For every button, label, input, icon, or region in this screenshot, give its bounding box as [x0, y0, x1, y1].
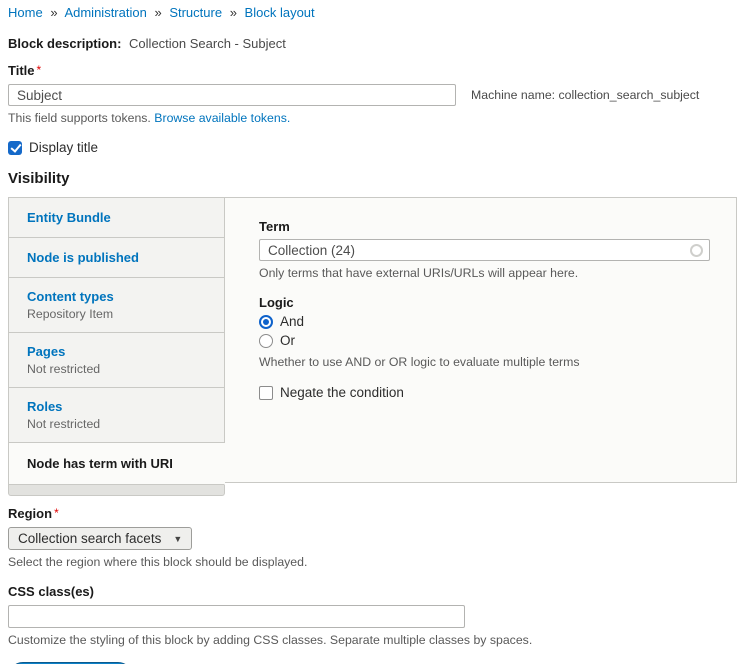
term-autocomplete-input[interactable]: [259, 239, 710, 261]
tab-label: Pages: [27, 344, 214, 359]
region-field-group: Region* Collection search facets ▼ Selec…: [8, 506, 737, 569]
visibility-tabs-menu: Entity Bundle Node is published Content …: [8, 197, 225, 496]
breadcrumb-separator: »: [230, 5, 237, 20]
tabs-menu-footer-strip: [8, 485, 225, 496]
css-classes-field-group: CSS class(es) Customize the styling of t…: [8, 584, 737, 647]
logic-radio-and[interactable]: And: [259, 314, 710, 329]
css-classes-input[interactable]: [8, 605, 465, 628]
region-description: Select the region where this block shoul…: [8, 555, 737, 569]
breadcrumb-link-home[interactable]: Home: [8, 5, 43, 20]
title-label: Title: [8, 63, 35, 78]
logic-label: Logic: [259, 295, 710, 310]
breadcrumb-separator: »: [50, 5, 57, 20]
tab-summary: Not restricted: [27, 417, 214, 431]
tab-label: Roles: [27, 399, 214, 414]
block-description: Block description: Collection Search - S…: [8, 36, 737, 51]
block-description-label: Block description:: [8, 36, 121, 51]
breadcrumb: Home » Administration » Structure » Bloc…: [8, 4, 737, 20]
title-input[interactable]: [8, 84, 456, 106]
tab-summary: Repository Item: [27, 307, 214, 321]
radio-selected-icon[interactable]: [259, 315, 273, 329]
css-classes-label: CSS class(es): [8, 584, 94, 599]
checkbox-unchecked-icon[interactable]: [259, 386, 273, 400]
region-label: Region: [8, 506, 52, 521]
breadcrumb-separator: »: [154, 5, 161, 20]
tab-node-is-published[interactable]: Node is published: [8, 238, 225, 278]
tokens-help-text: This field supports tokens.: [8, 111, 151, 125]
radio-unselected-icon[interactable]: [259, 334, 273, 348]
logic-field-group: Logic And Or Whether to use AND or OR lo…: [259, 295, 710, 369]
autocomplete-throbber-icon: [690, 244, 703, 257]
logic-description: Whether to use AND or OR logic to evalua…: [259, 355, 710, 369]
title-help-text: This field supports tokens. Browse avail…: [8, 111, 737, 125]
negate-condition-checkbox-row[interactable]: Negate the condition: [259, 385, 710, 400]
term-description: Only terms that have external URIs/URLs …: [259, 266, 710, 280]
logic-radio-or[interactable]: Or: [259, 333, 710, 348]
chevron-down-icon: ▼: [173, 534, 182, 544]
required-marker: *: [37, 63, 42, 77]
title-field-group: Title* Machine name: collection_search_s…: [8, 63, 737, 125]
display-title-label: Display title: [29, 140, 98, 155]
tab-entity-bundle[interactable]: Entity Bundle: [8, 197, 225, 238]
tab-label: Node has term with URI: [27, 456, 214, 471]
block-description-value: Collection Search - Subject: [129, 36, 286, 51]
breadcrumb-link-administration[interactable]: Administration: [64, 5, 146, 20]
visibility-heading: Visibility: [8, 170, 737, 187]
term-label: Term: [259, 219, 710, 234]
tab-label: Node is published: [27, 250, 214, 265]
tab-label: Entity Bundle: [27, 210, 214, 225]
breadcrumb-link-block-layout[interactable]: Block layout: [245, 5, 315, 20]
tab-pages[interactable]: Pages Not restricted: [8, 333, 225, 388]
region-select[interactable]: Collection search facets ▼: [8, 527, 192, 550]
visibility-vertical-tabs: Entity Bundle Node is published Content …: [8, 197, 737, 496]
machine-name-text: Machine name: collection_search_subject: [471, 88, 699, 102]
checkbox-checked-icon[interactable]: [8, 141, 22, 155]
negate-condition-label: Negate the condition: [280, 385, 404, 400]
tab-content-types[interactable]: Content types Repository Item: [8, 278, 225, 333]
browse-tokens-link[interactable]: Browse available tokens.: [154, 111, 290, 125]
css-classes-description: Customize the styling of this block by a…: [8, 633, 737, 647]
tab-node-has-term-with-uri[interactable]: Node has term with URI: [8, 443, 225, 485]
radio-label: And: [280, 314, 304, 329]
tab-summary: Not restricted: [27, 362, 214, 376]
tab-roles[interactable]: Roles Not restricted: [8, 388, 225, 443]
tab-label: Content types: [27, 289, 214, 304]
region-selected-value: Collection search facets: [18, 531, 161, 546]
term-field-group: Term Only terms that have external URIs/…: [259, 219, 710, 280]
breadcrumb-link-structure[interactable]: Structure: [169, 5, 222, 20]
visibility-tab-pane: Term Only terms that have external URIs/…: [225, 197, 737, 483]
radio-label: Or: [280, 333, 295, 348]
display-title-checkbox-row[interactable]: Display title: [8, 140, 737, 155]
required-marker: *: [54, 506, 59, 520]
